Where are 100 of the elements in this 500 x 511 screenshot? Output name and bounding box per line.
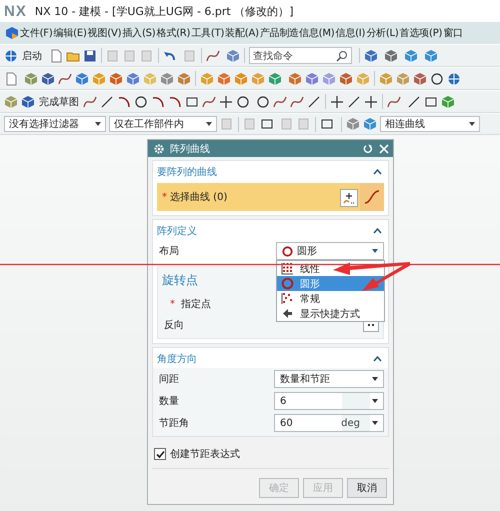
curve-button[interactable] — [360, 183, 384, 211]
menu-item[interactable]: 工具(T) — [191, 26, 224, 40]
cube-icon[interactable] — [4, 94, 18, 108]
arc-icon[interactable] — [117, 94, 131, 108]
line-icon[interactable] — [100, 94, 114, 108]
spacing-dropdown[interactable]: 数量和节距 — [274, 370, 384, 388]
collapse-chevron-icon[interactable] — [373, 168, 382, 174]
arc-icon[interactable] — [168, 94, 182, 108]
circle-icon[interactable] — [256, 94, 270, 108]
menu-item[interactable]: 信息(I) — [335, 26, 366, 40]
rectangle-icon[interactable] — [424, 94, 438, 108]
cube-icon[interactable] — [363, 117, 377, 131]
plus-icon[interactable] — [219, 94, 233, 108]
collapse-chevron-icon[interactable] — [373, 228, 382, 234]
finish-sketch-button[interactable]: 完成草图 — [38, 94, 80, 108]
rectangle-icon[interactable] — [320, 117, 334, 131]
line-icon[interactable] — [347, 94, 361, 108]
value-field[interactable]: 60 deg — [274, 414, 384, 432]
menu-item[interactable]: 分析(L) — [366, 26, 399, 40]
curve-icon[interactable] — [290, 94, 304, 108]
curve-icon[interactable] — [202, 94, 216, 108]
menu-option[interactable]: 显示快捷方式 — [277, 306, 384, 321]
field-label: 数量 — [158, 395, 179, 408]
cube-icon[interactable] — [41, 72, 55, 86]
cube-icon[interactable] — [21, 94, 35, 108]
dropdown-caret-icon[interactable] — [469, 122, 475, 126]
filter-dropdown[interactable]: 没有选择过滤器 — [4, 116, 106, 132]
plus-icon[interactable] — [364, 94, 378, 108]
reset-icon[interactable] — [363, 144, 373, 154]
curve-icon[interactable] — [206, 48, 220, 62]
cube-icon[interactable] — [268, 72, 282, 86]
document-icon[interactable] — [49, 48, 63, 62]
arc-icon[interactable] — [151, 94, 165, 108]
cube-icon[interactable] — [234, 72, 248, 86]
settings-icon[interactable] — [154, 144, 164, 154]
start-menu-button[interactable]: 启动 — [21, 48, 43, 62]
cube-icon[interactable] — [217, 72, 231, 86]
search-field[interactable]: 查找命令 — [249, 47, 352, 64]
value-field[interactable]: 6 — [274, 392, 384, 410]
filter-dropdown[interactable]: 相连曲线 — [380, 116, 480, 132]
menu-item[interactable]: 文件(F) — [20, 26, 53, 40]
globe-icon[interactable] — [447, 72, 461, 86]
rectangle-icon[interactable] — [260, 117, 274, 131]
filter-dropdown[interactable]: 仅在工作部件内 — [109, 116, 217, 132]
search-icon[interactable] — [336, 50, 348, 62]
cube-icon[interactable] — [413, 72, 427, 86]
cube-icon[interactable] — [288, 72, 302, 86]
cube-icon[interactable] — [305, 72, 319, 86]
dropdown-caret-icon[interactable] — [206, 122, 212, 126]
curve-icon[interactable] — [58, 72, 72, 86]
required-asterisk: * — [162, 192, 167, 202]
line-icon[interactable] — [307, 94, 321, 108]
circle-icon[interactable] — [430, 72, 444, 86]
close-icon[interactable] — [379, 144, 389, 154]
dropdown-caret-icon[interactable] — [95, 122, 101, 126]
ring-icon — [282, 246, 293, 256]
app-icon[interactable] — [5, 26, 19, 40]
cube-icon[interactable] — [384, 48, 398, 62]
curve-icon[interactable] — [387, 94, 401, 108]
menu-item[interactable]: 产品制造信息(M) — [260, 26, 334, 40]
layout-dropdown[interactable]: 圆形 — [276, 242, 384, 260]
cube-icon[interactable] — [160, 72, 174, 86]
dialog-button[interactable]: 取消 — [347, 478, 387, 498]
checkbox[interactable] — [154, 448, 166, 460]
section-title[interactable]: 角度方向 — [157, 352, 197, 366]
cube-icon[interactable] — [126, 72, 140, 86]
rectangle-icon[interactable] — [185, 94, 199, 108]
collapse-chevron-icon[interactable] — [373, 356, 382, 362]
circle-icon[interactable] — [134, 94, 148, 108]
cube-icon[interactable] — [177, 72, 191, 86]
document-icon[interactable] — [4, 72, 18, 86]
field-label: 布局 — [158, 245, 179, 258]
cube-icon[interactable] — [75, 72, 89, 86]
menu-item[interactable]: 装配(A) — [225, 26, 259, 40]
menu-item[interactable]: 编辑(E) — [54, 26, 87, 40]
curve-icon[interactable] — [273, 94, 287, 108]
dropdown-caret-icon — [372, 399, 378, 403]
globe-icon[interactable] — [4, 48, 18, 62]
menu-item[interactable]: 视图(V) — [88, 26, 122, 40]
curve-icon[interactable] — [83, 94, 97, 108]
line-icon[interactable] — [407, 94, 421, 108]
cube-icon[interactable] — [404, 48, 418, 62]
menu-item[interactable]: 格式(R) — [156, 26, 190, 40]
cube-icon[interactable] — [339, 72, 353, 86]
menu-option[interactable]: 常规 — [277, 291, 384, 306]
menu-item[interactable]: 窗口 — [443, 26, 463, 40]
cube-icon[interactable] — [226, 48, 240, 62]
cube-icon[interactable] — [109, 72, 123, 86]
circle-icon[interactable] — [236, 94, 250, 108]
add-curve-button[interactable] — [340, 189, 358, 207]
field-label: 反向 — [163, 319, 184, 332]
section-title[interactable]: 要阵列的曲线 — [157, 164, 217, 178]
cube-icon[interactable] — [424, 48, 438, 62]
section-title[interactable]: 阵列定义 — [157, 224, 197, 238]
cube-icon[interactable] — [364, 48, 378, 62]
cube-icon[interactable] — [346, 117, 360, 131]
plus-icon[interactable] — [330, 94, 344, 108]
menu-item[interactable]: 插入(S) — [122, 26, 156, 40]
cube-icon[interactable] — [24, 72, 38, 86]
menu-item[interactable]: 首选项(P) — [400, 26, 442, 40]
